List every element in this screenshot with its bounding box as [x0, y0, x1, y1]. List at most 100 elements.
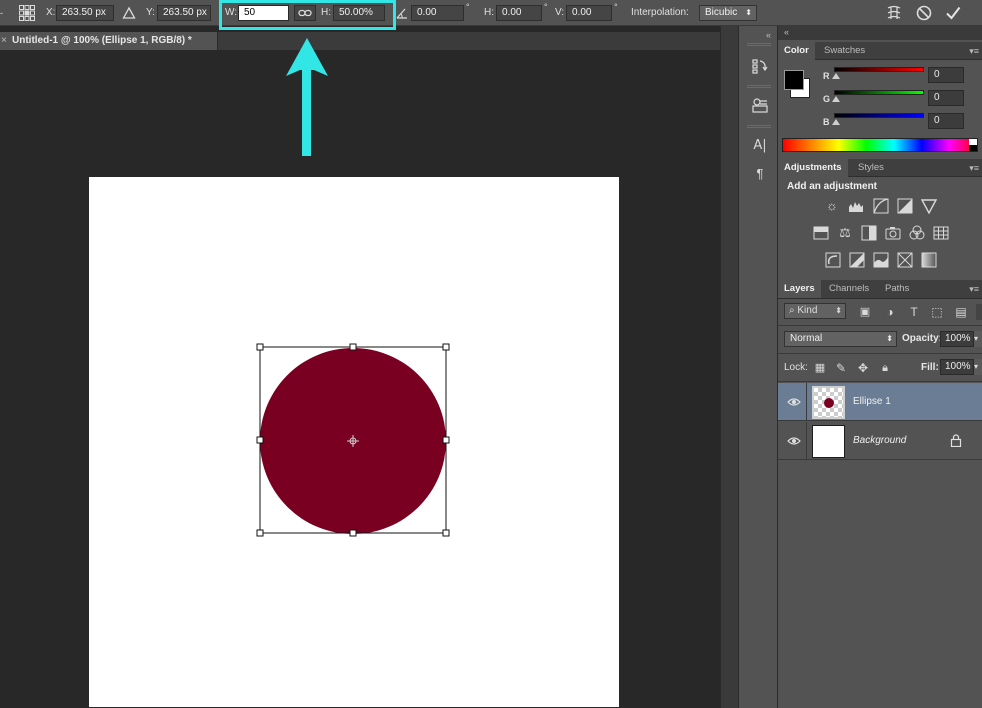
green-value-input[interactable]: 0 [928, 90, 964, 106]
tab-paths[interactable]: Paths [879, 280, 915, 298]
green-slider-thumb[interactable] [832, 96, 840, 102]
blue-value-input[interactable]: 0 [928, 113, 964, 129]
posterize-icon[interactable] [849, 252, 865, 268]
adjustments-panel-menu-icon[interactable]: ▾≡ [969, 159, 979, 177]
history-panel-icon[interactable] [751, 57, 769, 75]
vskew-input[interactable]: 0.00 [566, 5, 612, 21]
fill-input[interactable]: 100% [940, 359, 974, 375]
tab-styles[interactable]: Styles [852, 159, 890, 177]
y-input[interactable]: 263.50 px [157, 5, 211, 21]
layer-name-background[interactable]: Background [853, 422, 906, 460]
invert-icon[interactable] [825, 252, 841, 268]
document-tab[interactable]: × Untitled-1 @ 100% (Ellipse 1, RGB/8) * [0, 32, 218, 50]
transform-handle-bottom-left[interactable] [256, 529, 264, 537]
tab-layers[interactable]: Layers [778, 280, 821, 298]
height-input[interactable]: 50.00% [333, 5, 385, 21]
strip-grip-3[interactable] [747, 125, 771, 128]
cancel-transform-icon[interactable] [915, 4, 933, 22]
selective-color-icon[interactable] [897, 252, 913, 268]
visibility-eye-icon[interactable] [787, 395, 801, 409]
levels-icon[interactable] [848, 198, 864, 214]
transform-handle-bottom-right[interactable] [442, 529, 450, 537]
fill-slider-toggle-icon[interactable]: ▾ [974, 359, 982, 375]
opacity-input[interactable]: 100% [940, 331, 974, 347]
curves-icon[interactable] [873, 198, 889, 214]
filter-shape-layers-icon[interactable]: ⬚ [929, 304, 945, 320]
paragraph-panel-icon[interactable]: ¶ [751, 165, 769, 183]
properties-panel-icon[interactable] [751, 96, 769, 114]
exposure-icon[interactable] [897, 198, 913, 214]
tab-channels[interactable]: Channels [823, 280, 875, 298]
close-tab-icon[interactable]: × [1, 32, 7, 50]
opacity-slider-toggle-icon[interactable]: ▾ [974, 331, 982, 347]
canvas-workspace[interactable] [0, 50, 720, 708]
filter-smart-objects-icon[interactable]: ▤ [953, 304, 969, 320]
layer-locked-icon[interactable] [950, 434, 962, 450]
channel-mixer-icon[interactable] [909, 225, 925, 241]
hue-saturation-icon[interactable] [813, 225, 829, 241]
transform-handle-top[interactable] [349, 343, 357, 351]
filter-type-layers-icon[interactable]: T [906, 304, 922, 320]
interpolation-select[interactable]: Bicubic ⬍ [699, 5, 757, 21]
layer-row-ellipse-1[interactable]: Ellipse 1 [778, 383, 982, 421]
layer-thumbnail-background[interactable] [812, 425, 845, 458]
foreground-color-swatch[interactable] [784, 70, 804, 90]
lock-transparent-pixels-icon[interactable]: ▦ [812, 360, 828, 376]
red-value-input[interactable]: 0 [928, 67, 964, 83]
transform-handle-bottom[interactable] [349, 529, 357, 537]
transform-handle-right[interactable] [442, 436, 450, 444]
color-panel-menu-icon[interactable]: ▾≡ [969, 42, 979, 60]
character-panel-icon[interactable]: A| [751, 137, 769, 155]
color-spectrum-ramp[interactable] [782, 138, 978, 152]
lock-image-pixels-icon[interactable]: ✎ [833, 360, 849, 376]
document-canvas[interactable] [89, 177, 619, 707]
blend-mode-select[interactable]: Normal ⬍ [784, 331, 897, 347]
red-slider-thumb[interactable] [832, 73, 840, 79]
transform-handle-top-left[interactable] [256, 343, 264, 351]
black-white-icon[interactable] [861, 225, 877, 241]
red-slider-track[interactable] [834, 67, 924, 72]
gradient-map-icon[interactable] [921, 252, 937, 268]
filter-adjustment-layers-icon[interactable]: ◑ [882, 304, 898, 320]
commit-transform-icon[interactable] [944, 4, 962, 22]
green-slider-track[interactable] [834, 90, 924, 95]
black-white-ramp[interactable] [969, 139, 977, 151]
vibrance-icon[interactable] [920, 198, 938, 215]
visibility-eye-icon[interactable] [787, 434, 801, 448]
blue-slider-track[interactable] [834, 113, 924, 118]
color-balance-icon[interactable]: ⚖ [837, 225, 853, 241]
layer-filter-kind-select[interactable]: ⌕ Kind ⬍ [784, 303, 846, 319]
filter-pixel-layers-icon[interactable]: ▣ [857, 304, 873, 320]
strip-grip-2[interactable] [747, 85, 771, 88]
delta-icon[interactable] [122, 5, 136, 21]
collapse-icon-strip-icon[interactable]: « [766, 30, 771, 40]
hskew-input[interactable]: 0.00 [496, 5, 542, 21]
tab-swatches[interactable]: Swatches [818, 42, 871, 60]
layers-panel-menu-icon[interactable]: ▾≡ [969, 280, 979, 298]
photo-filter-icon[interactable] [885, 225, 901, 241]
transform-handle-left[interactable] [256, 436, 264, 444]
layers-empty-area[interactable] [778, 461, 982, 708]
lock-all-icon[interactable]: 🔒︎ [877, 360, 893, 376]
link-icon[interactable] [294, 5, 316, 21]
layer-thumbnail-ellipse-1[interactable] [812, 386, 845, 419]
color-lookup-icon[interactable] [933, 225, 949, 241]
reference-point-icon[interactable] [18, 4, 36, 22]
layer-name-ellipse-1[interactable]: Ellipse 1 [853, 383, 891, 421]
transform-handle-top-right[interactable] [442, 343, 450, 351]
width-input[interactable]: 50 [238, 5, 289, 21]
brightness-contrast-icon[interactable]: ☼ [824, 198, 840, 214]
strip-grip[interactable] [747, 43, 771, 46]
blue-slider-thumb[interactable] [832, 119, 840, 125]
rotate-input[interactable]: 0.00 [411, 5, 464, 21]
warp-mode-icon[interactable] [885, 4, 903, 22]
threshold-icon[interactable] [873, 252, 889, 268]
layer-row-background[interactable]: Background [778, 422, 982, 460]
x-input[interactable]: 263.50 px [56, 5, 114, 21]
collapse-panels-icon[interactable]: « [784, 27, 789, 37]
tab-adjustments[interactable]: Adjustments [778, 159, 848, 177]
lock-position-icon[interactable]: ✥ [855, 360, 871, 376]
filter-toggle-icon[interactable] [976, 304, 982, 320]
tab-color[interactable]: Color [778, 42, 815, 60]
rotate-angle-icon[interactable] [396, 5, 408, 21]
